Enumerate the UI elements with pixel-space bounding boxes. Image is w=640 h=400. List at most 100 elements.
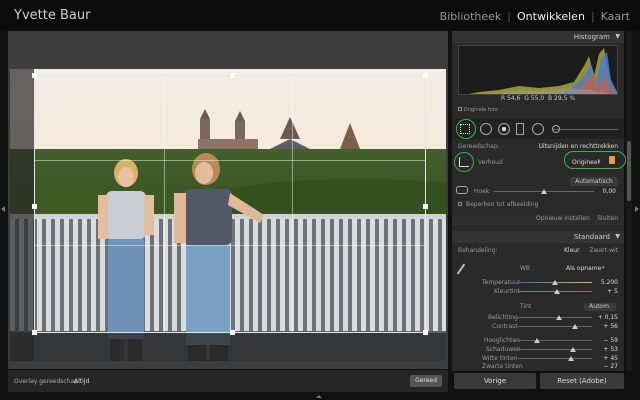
tint-value[interactable]: + 5 [607, 288, 618, 295]
crop-reset-button[interactable]: Opnieuw instellen [536, 215, 590, 222]
tint-knob[interactable] [554, 289, 560, 294]
exposure-knob[interactable] [556, 315, 562, 320]
left-panel-toggle-icon[interactable] [1, 206, 5, 212]
right-panel-toggle-icon[interactable] [635, 206, 639, 212]
graduated-filter-icon[interactable] [516, 123, 524, 135]
green-value: 55,0 [530, 95, 545, 102]
highlights-value[interactable]: − 59 [603, 337, 618, 344]
module-map[interactable]: Kaart [601, 10, 630, 23]
constrain-label: Beperken tot afbeelding [466, 201, 539, 208]
scrollbar-thumb[interactable] [627, 141, 631, 201]
brush-slider[interactable] [552, 129, 618, 130]
angle-row: Hoek 0,00 [452, 188, 624, 198]
shadows-knob[interactable] [570, 347, 576, 352]
histogram-title: Histogram [573, 33, 610, 41]
shadows-label: Schaduwen [486, 346, 521, 353]
crop-overlay-icon[interactable] [460, 124, 470, 134]
crop-frame[interactable] [32, 73, 428, 335]
checkbox-icon[interactable] [458, 107, 462, 111]
collapse-icon[interactable]: ▼ [615, 33, 620, 40]
app-title: Yvette Baur [14, 8, 91, 23]
contrast-value[interactable]: + 56 [603, 323, 618, 330]
whites-value[interactable]: + 45 [603, 355, 618, 362]
contrast-slider[interactable] [518, 326, 592, 327]
tone-auto-button[interactable]: Autom. [584, 303, 616, 311]
crop-handle-left[interactable] [32, 204, 37, 209]
overlay-label: Overlay gereedschap: [14, 378, 80, 385]
angle-slider-knob[interactable] [541, 189, 547, 194]
spot-removal-icon[interactable] [480, 123, 492, 135]
highlights-knob[interactable] [534, 338, 540, 343]
crop-close-button[interactable]: Sluiten [597, 215, 618, 222]
blacks-row: Zwarte tinten − 27 [452, 363, 624, 373]
tool-strip [452, 119, 624, 139]
brush-icon[interactable] [552, 125, 560, 133]
temperature-value[interactable]: 5.200 [601, 279, 618, 286]
exposure-slider[interactable] [518, 317, 592, 318]
photo[interactable] [10, 69, 446, 361]
crop-handle-top-right[interactable] [423, 73, 428, 78]
crop-handle-top[interactable] [230, 73, 235, 78]
histogram [458, 45, 618, 95]
contrast-row: Contrast + 56 [452, 323, 624, 333]
crop-handle-right[interactable] [423, 204, 428, 209]
previous-button[interactable]: Vorige [454, 373, 536, 389]
crop-handle-top-left[interactable] [32, 73, 37, 78]
image-canvas[interactable] [8, 31, 448, 369]
aspect-select[interactable]: Origineel [572, 159, 599, 166]
bottom-panel-toggle-icon[interactable] [316, 395, 322, 398]
red-label: R [500, 95, 506, 102]
histogram-header[interactable]: Histogram ▼ [452, 31, 624, 43]
module-separator: | [590, 10, 595, 23]
original-photo-toggle[interactable]: Originele foto [458, 107, 498, 113]
auto-straighten-button[interactable]: Automatisch [570, 177, 618, 186]
contrast-knob[interactable] [572, 324, 578, 329]
green-label: G [524, 95, 529, 102]
module-develop[interactable]: Ontwikkelen [517, 10, 585, 23]
reset-button[interactable]: Reset (Adobe) [540, 373, 624, 389]
wb-row: WB : Als opname ▾ [452, 265, 624, 275]
panel-scrollbar[interactable] [626, 31, 632, 371]
lock-icon[interactable] [609, 156, 615, 164]
constrain-row[interactable]: Beperken tot afbeelding [452, 201, 624, 211]
temperature-knob[interactable] [552, 280, 558, 285]
panel-footer: Vorige Reset (Adobe) [452, 373, 624, 391]
whites-knob[interactable] [568, 356, 574, 361]
done-button[interactable]: Gereed [410, 375, 442, 387]
chevron-down-icon[interactable]: ▾ [602, 265, 605, 271]
crop-grid-line [35, 244, 425, 246]
blacks-value[interactable]: − 27 [603, 363, 618, 370]
crop-dim-left [10, 69, 34, 361]
whites-label: Witte tinten [482, 355, 518, 362]
temperature-label: Temperatuur [482, 279, 521, 286]
exposure-value[interactable]: + 0,15 [598, 314, 618, 321]
histogram-graph [469, 48, 617, 94]
wb-select[interactable]: Als opname [566, 265, 601, 272]
crop-handle-bottom-right[interactable] [423, 330, 428, 335]
radial-filter-icon[interactable] [532, 123, 544, 135]
whites-slider[interactable] [518, 358, 592, 359]
crop-handle-bottom[interactable] [230, 330, 235, 335]
angle-value[interactable]: 0,00 [603, 188, 616, 195]
module-library[interactable]: Bibliotheek [440, 10, 502, 23]
angle-label: Hoek [474, 188, 490, 195]
basic-header[interactable]: Standaard ▼ [452, 231, 624, 243]
chevron-down-icon[interactable]: ▾ [598, 159, 601, 165]
highlights-slider[interactable] [518, 340, 592, 341]
shadows-slider[interactable] [518, 349, 592, 350]
exposure-label: Belichting [488, 314, 518, 321]
red-value: 54,6 [507, 95, 521, 102]
treatment-bw-button[interactable]: Zwart-wit [589, 247, 618, 254]
crop-handle-bottom-left[interactable] [32, 330, 37, 335]
red-eye-icon[interactable] [498, 123, 510, 135]
crop-grid-line [35, 160, 425, 162]
overlay-select[interactable]: Altijd [74, 378, 89, 385]
histogram-readout: R 54,6 G 55,0 B 29,5 % [452, 95, 624, 102]
shadows-value[interactable]: + 53 [603, 346, 618, 353]
collapse-icon[interactable]: ▼ [615, 233, 620, 240]
tone-label: Tint [520, 303, 532, 310]
crop-actions: Opnieuw instellen Sluiten [452, 215, 624, 225]
treatment-color-button[interactable]: Kleur [564, 247, 580, 254]
checkbox-icon[interactable] [458, 202, 462, 206]
blue-label: B [548, 95, 553, 102]
